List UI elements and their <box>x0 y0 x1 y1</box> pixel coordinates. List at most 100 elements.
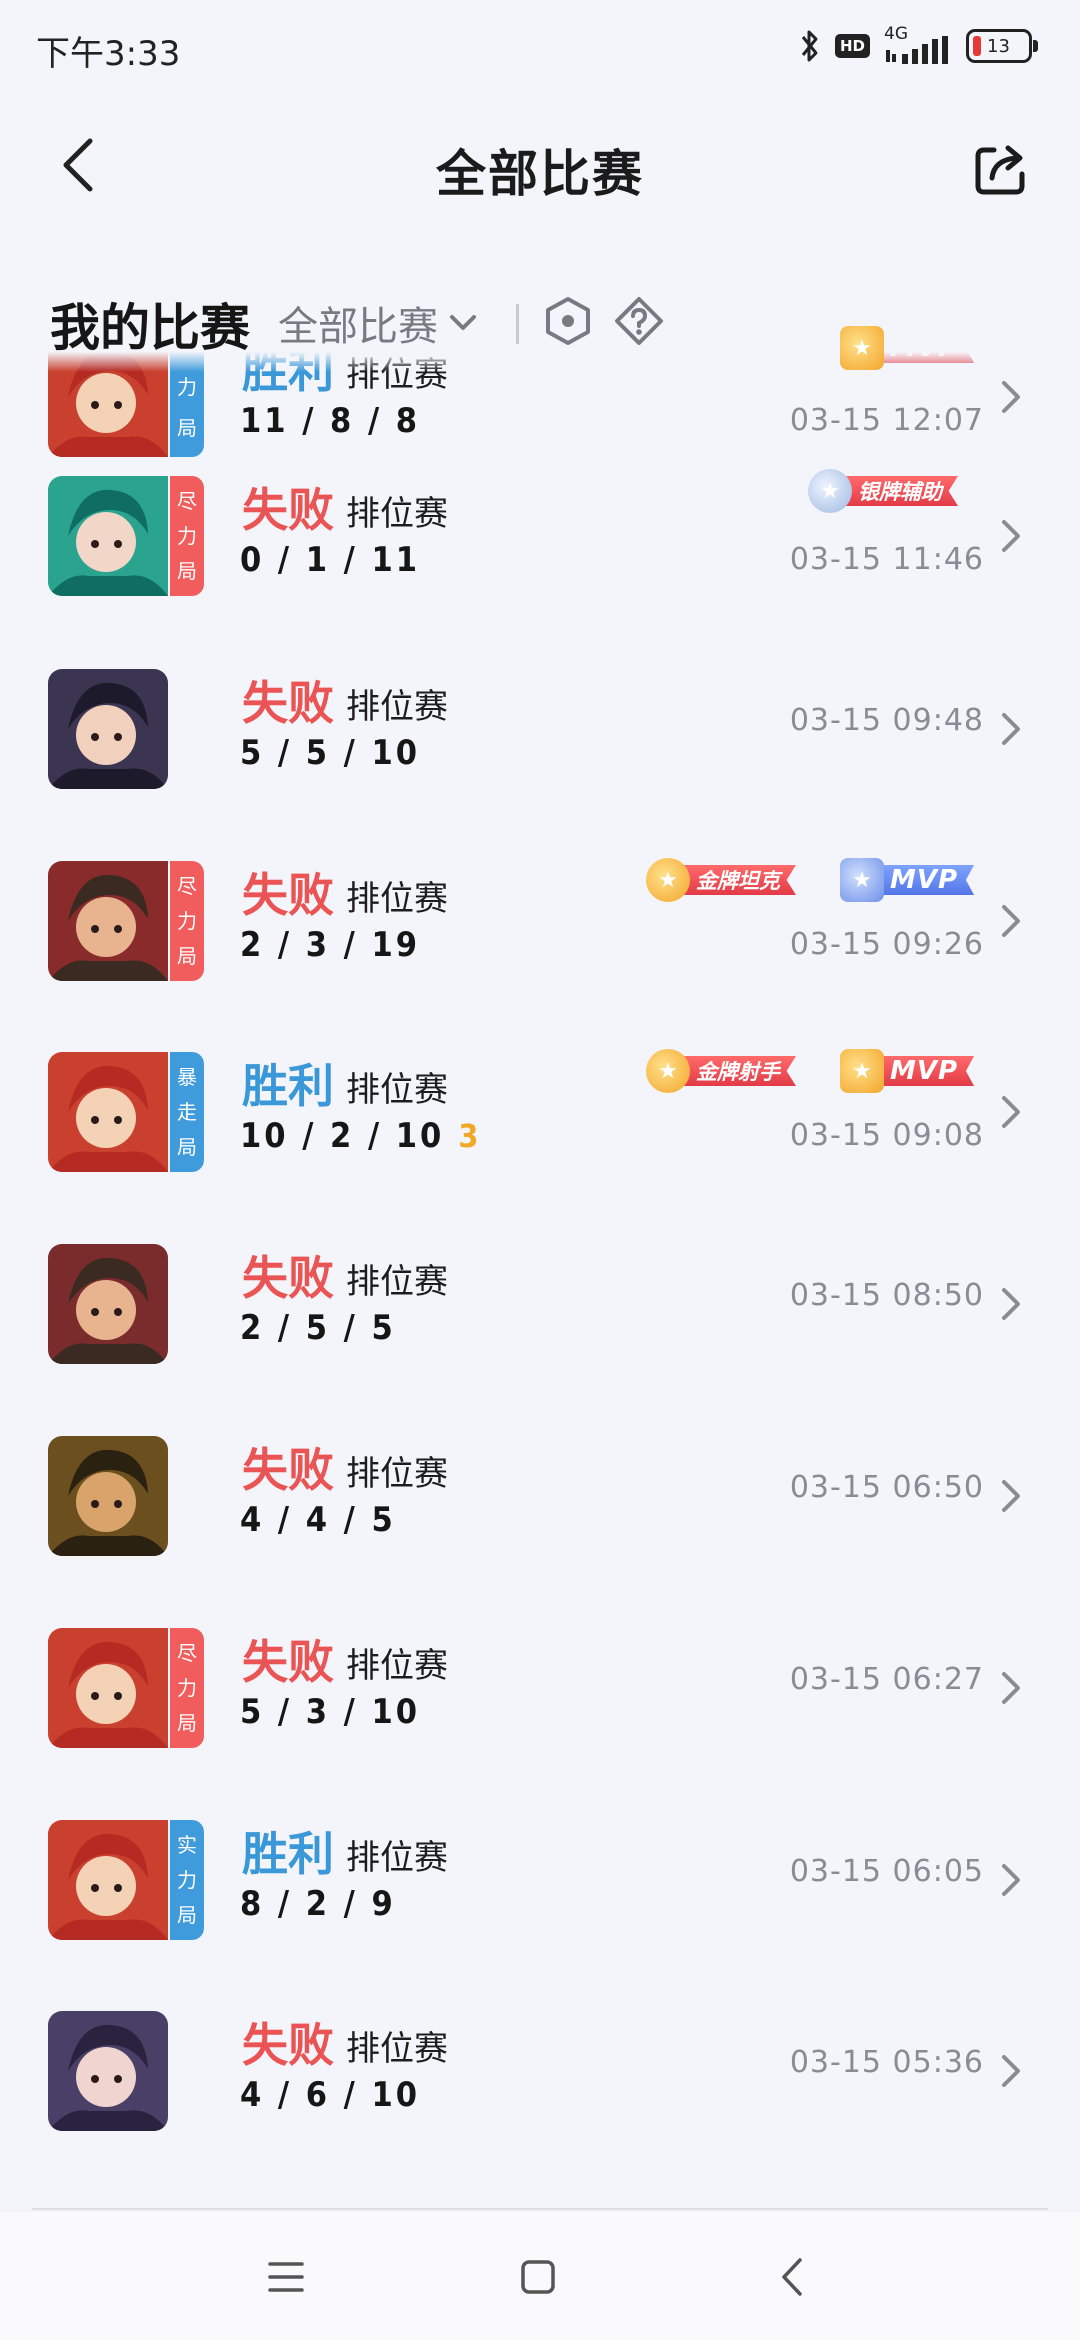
performance-tag: 尽力局 <box>170 861 204 981</box>
hexagon-target-icon[interactable] <box>544 296 592 346</box>
title-bar: 全部比赛 <box>0 110 1080 220</box>
chevron-right-icon[interactable] <box>998 1284 1024 1324</box>
match-time: 03-15 06:05 <box>789 1854 984 1889</box>
match-mode: 排位赛 <box>346 1262 448 1302</box>
match-time: 03-15 09:08 <box>789 1118 984 1153</box>
match-mode: 排位赛 <box>346 1454 448 1494</box>
filter-dropdown[interactable]: 全部比赛 <box>278 294 480 352</box>
performance-tag: 暴走局 <box>170 1052 204 1172</box>
match-row[interactable]: 失败 排位赛 4 / 6 / 10 03-15 05:36 <box>0 1975 1080 2167</box>
kda-line: 8 / 2 / 9 <box>240 1884 396 1924</box>
hero-avatar <box>48 1628 168 1748</box>
network-indicator: 4G <box>884 24 952 66</box>
nav-home-button[interactable] <box>508 2250 568 2304</box>
hero-avatar-group: 尽力局 <box>48 476 204 596</box>
badge-label: 金牌射手 <box>678 1056 796 1086</box>
chevron-right-icon[interactable] <box>998 901 1024 941</box>
match-result: 胜利 <box>242 1059 334 1113</box>
honor-badge: ★ 金牌射手 <box>646 1049 796 1093</box>
status-time: 下午3:33 <box>36 34 181 74</box>
chevron-right-icon[interactable] <box>998 709 1024 749</box>
performance-tag-char: 尽 <box>177 874 197 899</box>
kda-value: 11 / 8 / 8 <box>240 401 421 441</box>
hero-avatar-group: 实力局 <box>48 1820 204 1940</box>
match-row[interactable]: 尽力局 失败 排位赛 0 / 1 / 11 ★ 银牌辅助 03-15 11:46 <box>0 440 1080 632</box>
hero-avatar <box>48 861 168 981</box>
mvp-badge: ★MVP <box>840 1049 975 1093</box>
honor-badge: ★ 金牌坦克 <box>646 858 796 902</box>
match-time: 03-15 12:07 <box>789 403 984 438</box>
performance-tag-char: 局 <box>177 416 197 441</box>
performance-tag: 尽力局 <box>170 476 204 596</box>
performance-tag-char: 尽 <box>177 489 197 514</box>
help-icon[interactable] <box>614 296 664 346</box>
hero-avatar-group: 尽力局 <box>48 1628 204 1748</box>
match-time: 03-15 05:36 <box>789 2045 984 2080</box>
performance-tag-char: 力 <box>177 1675 197 1700</box>
chevron-right-icon[interactable] <box>998 516 1024 556</box>
battery-text: 13 <box>987 35 1010 57</box>
chevron-right-icon[interactable] <box>998 1668 1024 1708</box>
badge-label: MVP <box>872 1056 975 1086</box>
kda-line: 10 / 2 / 10 3 <box>240 1116 481 1156</box>
menu-icon <box>268 2262 304 2292</box>
performance-tag-char: 局 <box>177 943 197 968</box>
match-row[interactable]: 失败 排位赛 2 / 5 / 5 03-15 08:50 <box>0 1208 1080 1400</box>
chevron-right-icon[interactable] <box>998 377 1024 417</box>
chevron-right-icon[interactable] <box>998 1092 1024 1132</box>
kda-value: 0 / 1 / 11 <box>240 540 421 580</box>
match-time: 03-15 06:27 <box>789 1662 984 1697</box>
match-row[interactable]: 失败 排位赛 5 / 5 / 10 03-15 09:48 <box>0 633 1080 825</box>
hero-avatar <box>48 1052 168 1172</box>
chevron-right-icon[interactable] <box>998 1476 1024 1516</box>
kda-value: 2 / 5 / 5 <box>240 1308 396 1348</box>
performance-tag: 实力局 <box>170 1820 204 1940</box>
battery-icon: 13 <box>966 29 1038 63</box>
performance-tag: 尽力局 <box>170 1628 204 1748</box>
status-icons: HD 4G 13 <box>799 24 1038 68</box>
performance-tag-char: 实 <box>177 1833 197 1858</box>
performance-tag-char: 局 <box>177 1134 197 1159</box>
kda-value: 2 / 3 / 19 <box>240 925 421 965</box>
hd-badge: HD <box>834 34 870 58</box>
match-mode: 排位赛 <box>346 2029 448 2069</box>
hero-avatar <box>48 476 168 596</box>
header-divider <box>516 304 519 344</box>
performance-tag-char: 尽 <box>177 1641 197 1666</box>
chevron-right-icon[interactable] <box>998 1860 1024 1900</box>
match-mode: 排位赛 <box>346 1838 448 1878</box>
hero-avatar-group: 暴走局 <box>48 1052 204 1172</box>
performance-tag-char: 走 <box>177 1099 197 1124</box>
kda-line: 11 / 8 / 8 <box>240 401 420 441</box>
match-result: 失败 <box>242 2018 334 2072</box>
match-mode: 排位赛 <box>346 879 448 919</box>
chevron-right-icon[interactable] <box>998 2051 1024 2091</box>
kda-line: 5 / 5 / 10 <box>240 733 420 773</box>
match-row[interactable]: 实力局 胜利 排位赛 8 / 2 / 9 03-15 06:05 <box>0 1784 1080 1976</box>
match-row[interactable]: 尽力局失败 排位赛 2 / 3 / 19 ★ 金牌坦克 ★ MVP 03-15 09:26 <box>0 825 1080 1017</box>
battery-level <box>973 36 981 56</box>
share-button[interactable] <box>972 140 1030 198</box>
match-time: 03-15 11:46 <box>789 542 984 577</box>
mvp-badge: ★MVP <box>840 858 975 902</box>
trophy-icon: ★ <box>840 1049 884 1093</box>
medal-star-icon: ★ <box>808 469 852 513</box>
chevron-down-icon <box>450 315 476 330</box>
badge-label: MVP <box>872 865 975 895</box>
hero-avatar <box>48 1436 168 1556</box>
nav-back-button[interactable] <box>764 2250 824 2304</box>
match-result: 失败 <box>242 676 334 730</box>
share-icon <box>975 145 1025 195</box>
match-row[interactable]: 尽力局 失败 排位赛 5 / 3 / 10 03-15 06:27 <box>0 1592 1080 1784</box>
performance-tag-char: 局 <box>177 1902 197 1927</box>
nav-menu-button[interactable] <box>256 2250 316 2304</box>
match-mode: 排位赛 <box>346 494 448 534</box>
kda-line: 0 / 1 / 11 <box>240 540 420 580</box>
match-row[interactable]: 失败 排位赛 4 / 4 / 5 03-15 06:50 <box>0 1400 1080 1592</box>
match-list[interactable]: 力局胜利排位赛11 / 8 / 8★MVP03-15 12:07尽力局失败排位赛… <box>0 288 1080 2208</box>
system-nav-bar <box>0 2212 1080 2340</box>
trophy-icon: ★ <box>840 326 884 370</box>
performance-tag-char: 力 <box>177 374 197 399</box>
match-row[interactable]: 暴走局胜利 排位赛 10 / 2 / 10 3 ★ 金牌射手 ★ MVP 03-15 09:08 <box>0 1016 1080 1208</box>
nav-divider <box>32 2208 1048 2210</box>
